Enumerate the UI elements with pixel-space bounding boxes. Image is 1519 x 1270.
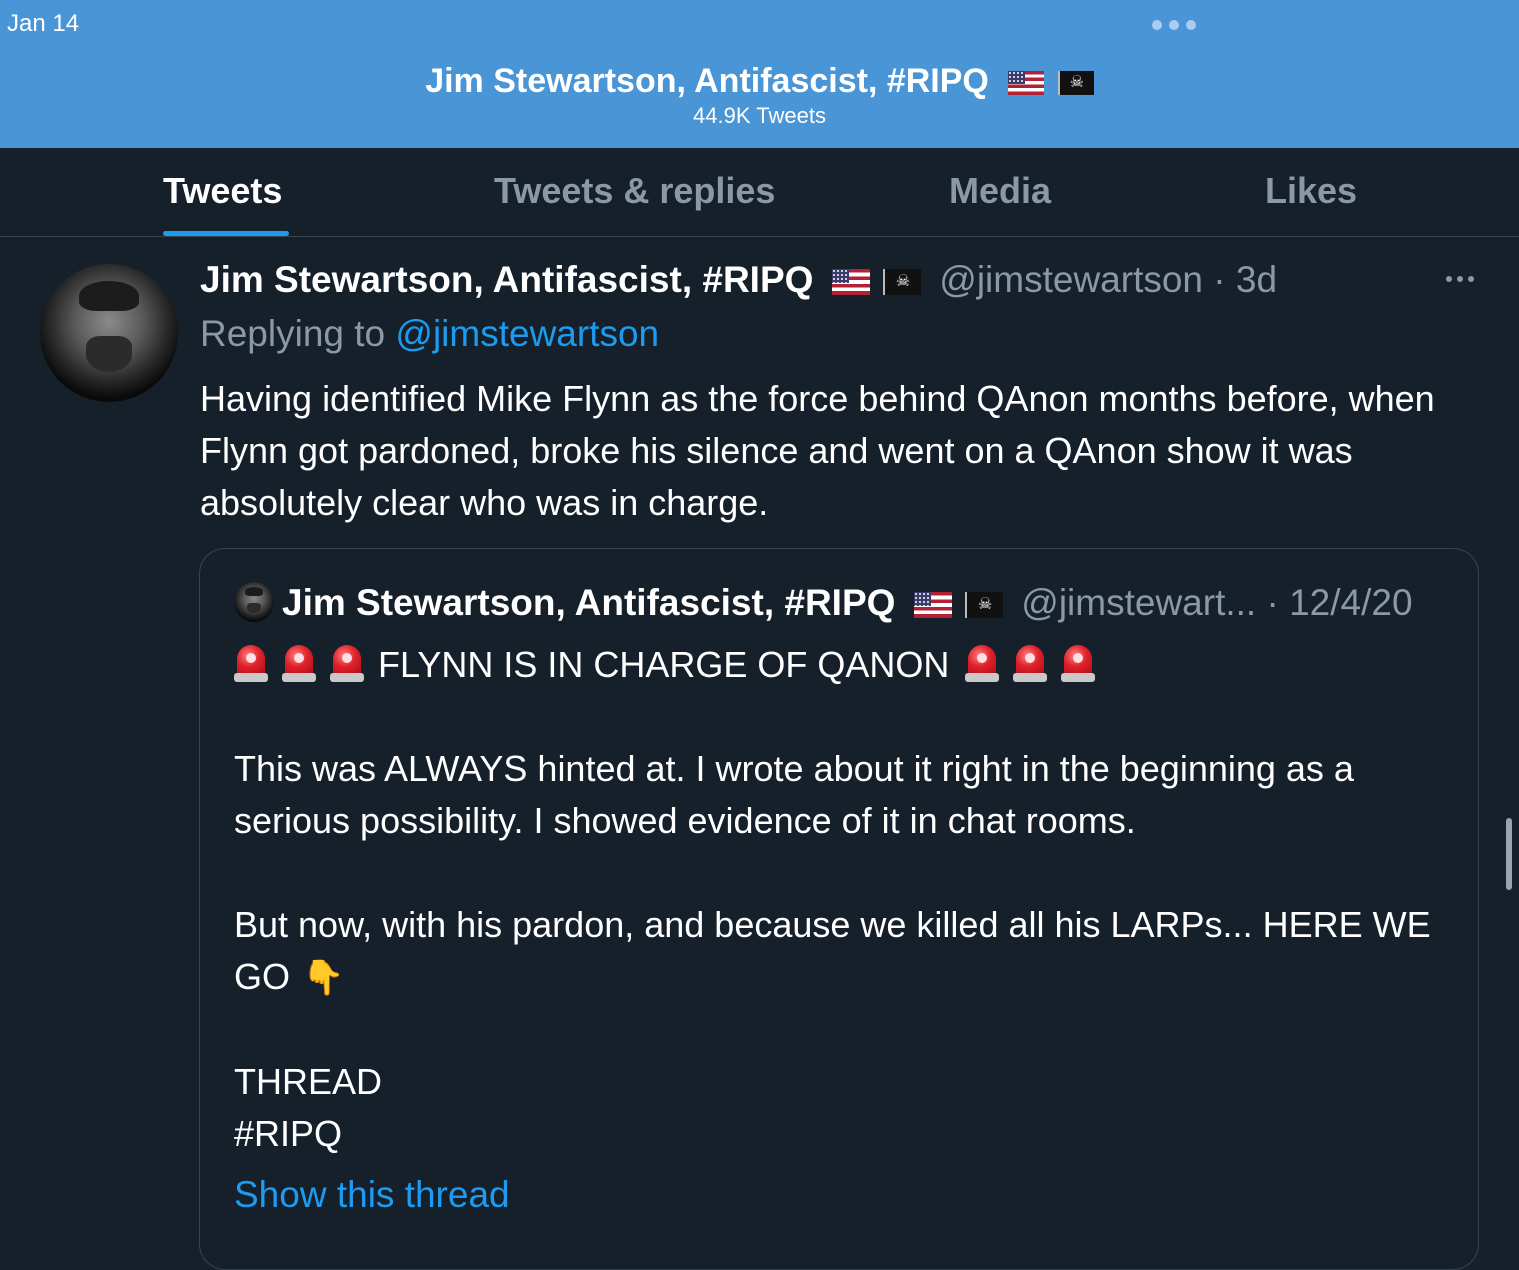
pirate-flag-icon: ☠ [1057,71,1094,96]
status-bar-date: Jan 14 [7,10,80,37]
active-tab-indicator [163,231,289,236]
quoted-headline-line: FLYNN IS IN CHARGE OF QANON [234,639,1454,691]
tweet-meta-separator: · [1213,259,1226,300]
tweet-text: Having identified Mike Flynn as the forc… [200,378,1435,523]
police-light-icon [1013,645,1048,683]
quoted-paragraph-2-line: But now, with his pardon, and because we… [234,899,1454,1004]
police-light-icon [1061,645,1096,683]
profile-header-name-row: Jim Stewartson, Antifascist, #RIPQ ☠ [0,62,1519,101]
quoted-paragraph-1: This was ALWAYS hinted at. I wrote about… [234,748,1354,841]
replying-to-line: Replying to @jimstewartson [200,311,659,357]
quoted-headline: FLYNN IS IN CHARGE OF QANON [378,644,950,685]
quoted-author-handle: @jimstewart... [1021,582,1257,623]
quoted-thread-label: THREAD [234,1061,383,1102]
us-flag-icon [1008,71,1045,96]
profile-header-name: Jim Stewartson, Antifascist, #RIPQ [425,62,989,100]
avatar[interactable] [40,264,178,402]
police-light-icon [965,645,1000,683]
tweet-author-handle[interactable]: @jimstewartson [939,259,1203,300]
pirate-flag-icon: ☠ [964,592,1003,619]
profile-tweet-count: 44.9K Tweets [693,103,826,128]
profile-tabs: Tweets Tweets & replies Media Likes [0,148,1519,237]
scrollbar[interactable] [1506,818,1512,890]
tab-tweets[interactable]: Tweets [163,170,282,212]
quoted-tweet-body: FLYNN IS IN CHARGE OF QANON This was ALW… [234,639,1454,1160]
tweet-author-name[interactable]: Jim Stewartson, Antifascist, #RIPQ [200,259,813,300]
quoted-timestamp: 12/4/20 [1289,582,1413,623]
quoted-tweet-header: Jim Stewartson, Antifascist, #RIPQ ☠ @ji… [282,580,1413,626]
multitasking-dots-icon[interactable] [1152,20,1196,30]
us-flag-icon [913,592,952,619]
replying-to-link[interactable]: @jimstewartson [395,313,659,354]
tweet-header: Jim Stewartson, Antifascist, #RIPQ ☠ @ji… [200,257,1277,303]
profile-header-bar: Jan 14 Jim Stewartson, Antifascist, #RIP… [0,0,1519,148]
tweet-timestamp[interactable]: 3d [1236,259,1277,300]
us-flag-icon [831,269,870,296]
police-light-icon [282,645,316,683]
more-options-icon[interactable] [1446,276,1474,282]
pirate-flag-icon: ☠ [882,269,921,296]
quoted-author-name: Jim Stewartson, Antifascist, #RIPQ [282,582,896,623]
police-light-icon [330,645,364,683]
quoted-paragraph-2: But now, with his pardon, and because we… [234,904,1431,997]
police-light-icon [234,645,268,683]
quoted-hashtag[interactable]: #RIPQ [234,1108,1454,1160]
show-thread-link[interactable]: Show this thread [234,1172,510,1218]
avatar [234,582,274,622]
tab-tweets-and-replies[interactable]: Tweets & replies [494,170,775,212]
pointing-down-icon: 👇 [302,959,345,997]
tab-media[interactable]: Media [949,170,1051,212]
tab-likes[interactable]: Likes [1265,170,1357,212]
quoted-meta-separator: · [1266,582,1279,623]
replying-to-prefix: Replying to [200,313,386,354]
